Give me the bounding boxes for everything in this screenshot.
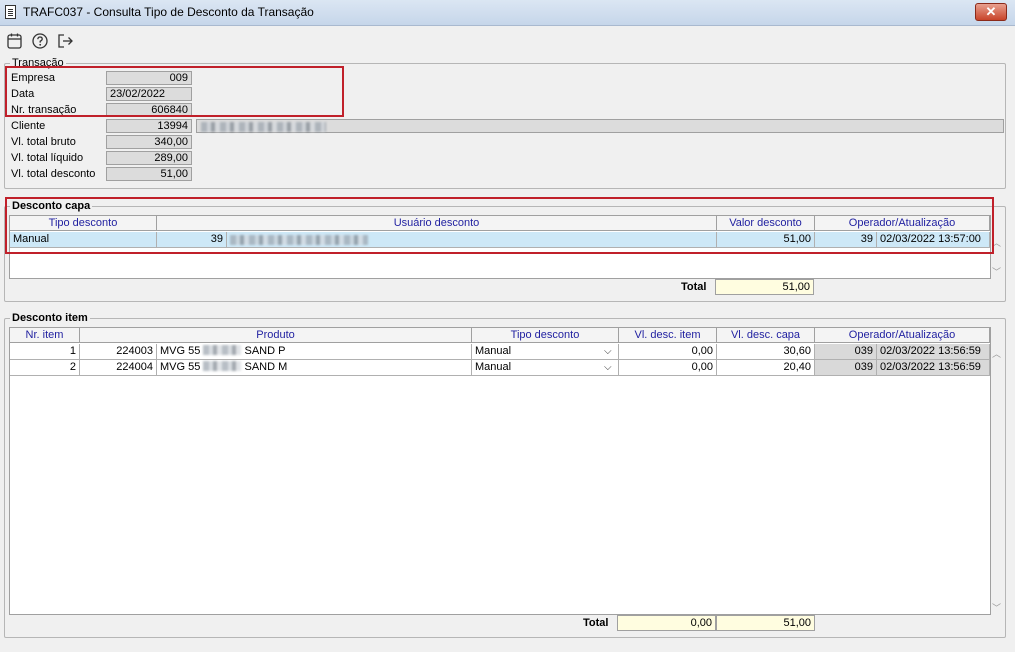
scroll-down-icon[interactable]: ﹀ — [992, 601, 1001, 614]
capa-total-label: Total — [681, 281, 707, 293]
redacted-client-name — [201, 122, 326, 132]
produto-suffix: SAND M — [244, 361, 288, 373]
cell-desc-item[interactable]: 0,00 — [619, 360, 717, 376]
title-bar: TRAFC037 - Consulta Tipo de Desconto da … — [0, 0, 1015, 26]
cell-codigo[interactable]: 224003 — [80, 344, 157, 360]
cell-codigo[interactable]: 224004 — [80, 360, 157, 376]
cell-operador[interactable]: 039 — [815, 360, 877, 376]
header-vl-desc-item[interactable]: Vl. desc. item — [619, 328, 717, 343]
cell-desc-capa[interactable]: 20,40 — [717, 360, 815, 376]
cell-produto[interactable]: MVG 55 SAND M — [157, 360, 472, 376]
toolbar — [0, 27, 1015, 55]
chevron-down-icon[interactable]: ⌵ — [604, 361, 612, 375]
cell-nr[interactable]: 2 — [10, 360, 80, 376]
cell-atualizacao[interactable]: 02/03/2022 13:56:59 — [877, 360, 990, 376]
produto-prefix: MVG 55 — [160, 361, 201, 373]
produto-prefix: MVG 55 — [160, 345, 201, 357]
header-nr-item[interactable]: Nr. item — [10, 328, 80, 343]
desconto-item-legend: Desconto item — [10, 312, 90, 324]
bruto-field: 340,00 — [106, 135, 192, 149]
cell-produto[interactable]: MVG 55 SAND P — [157, 344, 472, 360]
calendar-icon[interactable] — [6, 32, 24, 50]
bruto-label: Vl. total bruto — [11, 136, 76, 148]
header-produto[interactable]: Produto — [80, 328, 472, 343]
header-operador-atualizacao-item[interactable]: Operador/Atualização — [815, 328, 990, 343]
header-vl-desc-capa[interactable]: Vl. desc. capa — [717, 328, 815, 343]
scroll-up-icon[interactable]: ︿ — [992, 347, 1001, 360]
redacted-produto — [203, 361, 242, 371]
cliente-label: Cliente — [11, 120, 46, 132]
highlight-box-transacao — [5, 66, 344, 117]
cell-operador[interactable]: 039 — [815, 344, 877, 360]
cell-atualizacao[interactable]: 02/03/2022 13:56:59 — [877, 344, 990, 360]
chevron-down-icon[interactable]: ⌵ — [604, 345, 612, 359]
scroll-down-icon[interactable]: ﹀ — [992, 265, 1001, 278]
desconto-label: Vl. total desconto — [11, 168, 96, 180]
tipo-desconto-value: Manual — [475, 361, 512, 373]
exit-icon[interactable] — [56, 32, 74, 50]
liquido-label: Vl. total líquido — [11, 152, 84, 164]
document-icon — [5, 5, 16, 19]
cell-desc-capa[interactable]: 30,60 — [717, 344, 815, 360]
redacted-produto — [203, 345, 242, 355]
close-button[interactable]: ✕ — [975, 3, 1007, 21]
window-title: TRAFC037 - Consulta Tipo de Desconto da … — [23, 5, 314, 19]
desconto-item-grid[interactable]: Nr. item Produto Tipo desconto Vl. desc.… — [9, 327, 991, 615]
cliente-field: 13994 — [106, 119, 192, 133]
liquido-field: 289,00 — [106, 151, 192, 165]
help-icon[interactable] — [31, 32, 49, 50]
item-total-label: Total — [583, 617, 609, 629]
tipo-desconto-select[interactable]: Manual ⌵ — [472, 360, 619, 376]
highlight-box-capa — [5, 197, 994, 254]
desconto-field: 51,00 — [106, 167, 192, 181]
capa-total-field: 51,00 — [715, 279, 814, 295]
header-tipo-desconto-item[interactable]: Tipo desconto — [472, 328, 619, 343]
item-total-desc-capa: 51,00 — [716, 615, 815, 631]
cell-desc-item[interactable]: 0,00 — [619, 344, 717, 360]
produto-suffix: SAND P — [244, 345, 286, 357]
tipo-desconto-select[interactable]: Manual ⌵ — [472, 344, 619, 360]
cell-nr[interactable]: 1 — [10, 344, 80, 360]
item-total-desc-item: 0,00 — [617, 615, 716, 631]
tipo-desconto-value: Manual — [475, 345, 512, 357]
